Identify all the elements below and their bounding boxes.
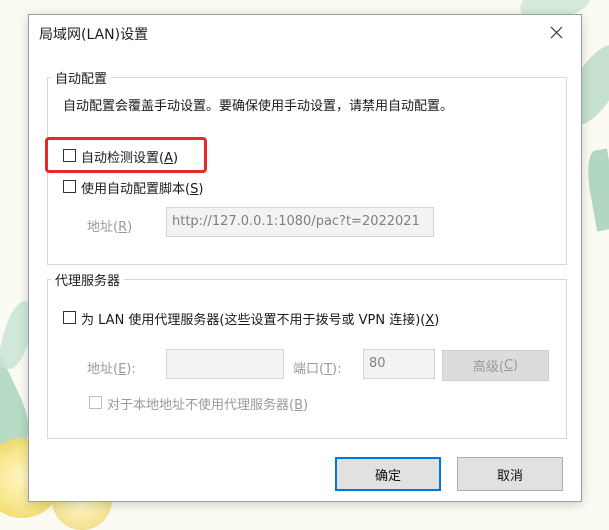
proxy-port-input[interactable]: 80 <box>363 349 435 379</box>
auto-detect-highlight <box>45 137 207 173</box>
script-address-label: 地址(R) <box>87 220 133 235</box>
auto-config-group-label: 自动配置 <box>51 68 112 87</box>
dialog-title: 局域网(LAN)设置 <box>39 27 149 43</box>
lan-settings-dialog: 局域网(LAN)设置 自动配置 自动配置会覆盖手动设置。要确保使用手动设置，请禁… <box>28 14 582 502</box>
ok-button[interactable]: 确定 <box>335 457 441 491</box>
script-address-input[interactable]: http://127.0.0.1:1080/pac?t=2022021 <box>166 207 434 237</box>
background-leaf <box>583 148 609 232</box>
bypass-local-label[interactable]: 对于本地地址不使用代理服务器(B) <box>107 394 308 413</box>
use-script-checkbox[interactable] <box>63 180 76 193</box>
proxy-address-input[interactable] <box>166 349 284 379</box>
advanced-button[interactable]: 高级(C) <box>442 350 549 381</box>
use-proxy-checkbox[interactable] <box>63 311 76 324</box>
proxy-group-label: 代理服务器 <box>51 270 125 289</box>
use-script-label[interactable]: 使用自动配置脚本(S) <box>81 178 203 197</box>
auto-config-description: 自动配置会覆盖手动设置。要确保使用手动设置，请禁用自动配置。 <box>63 99 454 114</box>
cancel-button[interactable]: 取消 <box>457 457 563 491</box>
use-proxy-label[interactable]: 为 LAN 使用代理服务器(这些设置不用于拨号或 VPN 连接)(X) <box>81 309 439 328</box>
close-button[interactable] <box>543 19 569 45</box>
proxy-address-label: 地址(E): <box>87 362 136 377</box>
bypass-local-checkbox[interactable] <box>89 396 102 409</box>
close-icon <box>550 26 562 38</box>
proxy-port-label: 端口(T): <box>293 362 342 377</box>
title-bar: 局域网(LAN)设置 <box>29 15 581 49</box>
